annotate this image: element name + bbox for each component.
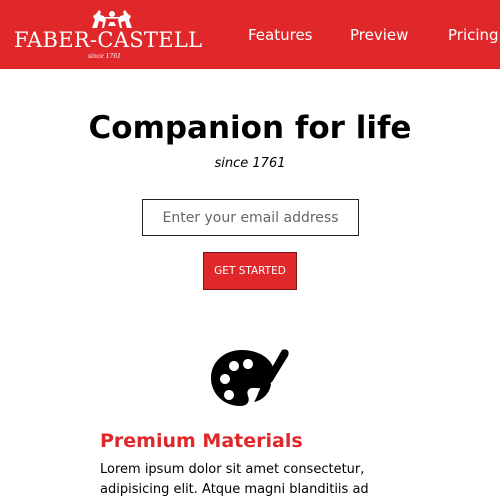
nav-link-features[interactable]: Features <box>248 25 313 45</box>
feature-title: Premium Materials <box>100 430 303 452</box>
main-nav: Features Preview Pricing <box>0 25 500 45</box>
feature-text: Lorem ipsum dolor sit amet consectetur, … <box>100 462 369 497</box>
hero-title: Companion for life <box>88 110 412 146</box>
landing-page: FABER-CASTELL since 1761 Features Previe… <box>0 0 500 500</box>
hero-subtitle: since 1761 <box>214 156 286 171</box>
palette-icon <box>211 349 289 406</box>
site-header: FABER-CASTELL since 1761 Features Previe… <box>0 0 500 69</box>
brand-since: since 1761 <box>88 53 121 60</box>
nav-link-preview[interactable]: Preview <box>350 25 408 45</box>
get-started-button[interactable]: GET STARTED <box>203 252 297 290</box>
nav-link-pricing[interactable]: Pricing <box>448 25 499 45</box>
email-input[interactable] <box>142 199 359 236</box>
